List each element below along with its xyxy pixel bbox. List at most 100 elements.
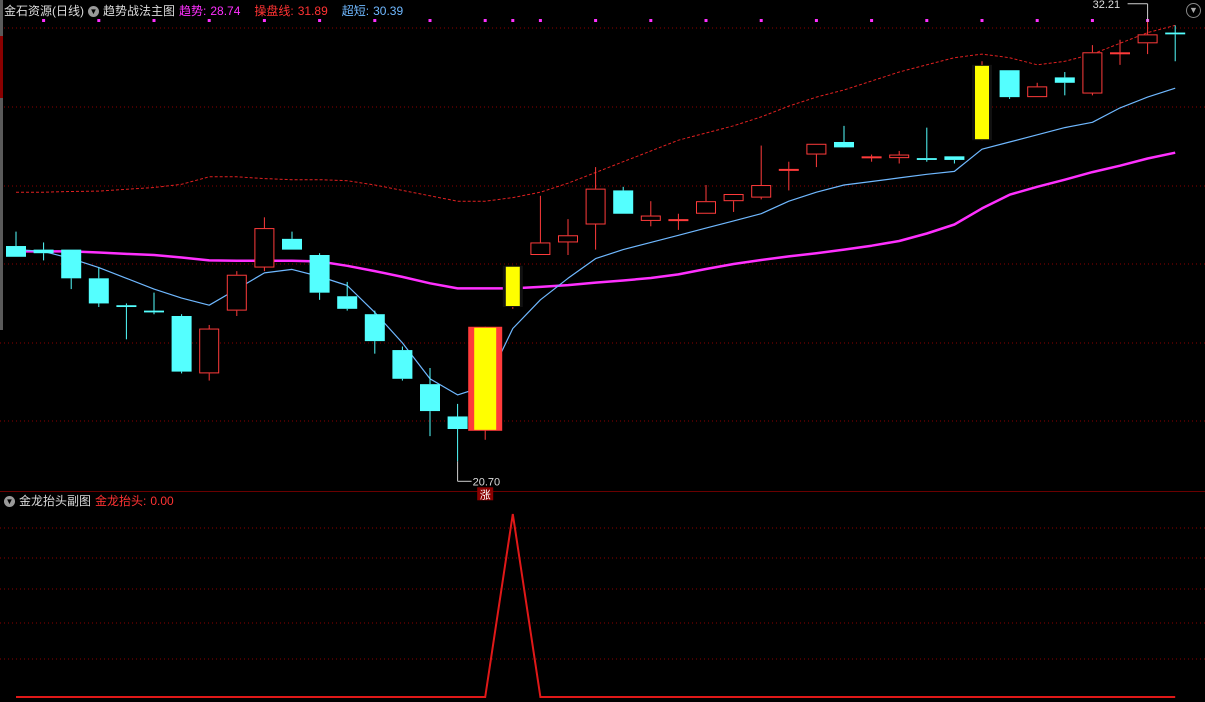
candle — [144, 292, 164, 315]
sub-chart-header: ▼ 金龙抬头副图 金龙抬头: 0.00 — [4, 492, 174, 510]
candle-body-down — [61, 249, 82, 279]
candle — [171, 314, 192, 374]
candle-body-up — [751, 185, 772, 198]
candle-body-down — [916, 158, 937, 160]
short-label: 超短: — [341, 4, 370, 18]
chart-area[interactable]: 32.21 20.70 涨 — [0, 0, 1205, 702]
candle — [916, 127, 937, 162]
main-indicator-name[interactable]: 趋势战法主图 — [103, 2, 175, 20]
candle — [226, 271, 247, 316]
candle — [1110, 39, 1130, 65]
candle — [392, 346, 413, 381]
candle — [751, 145, 772, 200]
candle-body-down — [282, 238, 302, 250]
short-value: 30.39 — [373, 4, 404, 18]
signal-dot — [483, 19, 487, 22]
candle-body-up — [199, 328, 220, 374]
candle — [309, 253, 330, 300]
candle-body-down — [834, 141, 854, 148]
candle-body-up — [254, 228, 275, 268]
candle — [337, 281, 358, 311]
candle — [1027, 82, 1048, 98]
candle-body-up — [889, 154, 910, 159]
annotations: 32.21 20.70 涨 — [457, 0, 1149, 501]
signal-dot — [704, 19, 708, 22]
candle — [364, 310, 385, 354]
left-edge-marker — [0, 98, 3, 160]
candle — [640, 201, 661, 227]
candle-body-down — [420, 384, 440, 412]
candle-body-down — [447, 416, 468, 430]
candle-body-up — [585, 188, 606, 225]
candle — [1082, 45, 1103, 96]
candle-body-down — [999, 70, 1020, 98]
candlesticks[interactable] — [6, 21, 1186, 462]
candle-body-down — [6, 246, 26, 257]
candle — [613, 186, 634, 214]
jl-line — [16, 513, 1176, 698]
candle-body-up — [1027, 86, 1048, 98]
jl-label: 金龙抬头: — [95, 494, 147, 508]
candle-body-up — [1137, 34, 1158, 44]
candle-body-down — [88, 278, 109, 304]
candle — [88, 267, 109, 308]
signal-dot — [925, 19, 929, 22]
candle — [199, 324, 220, 381]
candle — [420, 368, 440, 437]
cpx-value: 31.89 — [297, 4, 328, 18]
low-price-label: 20.70 — [473, 476, 501, 488]
candle-body-up — [530, 242, 551, 256]
candle-body-down — [1054, 77, 1075, 83]
trend-label: 趋势: — [179, 4, 207, 18]
candle — [61, 249, 82, 290]
candle — [282, 231, 302, 250]
candle — [447, 403, 468, 462]
left-edge-marker — [0, 36, 3, 98]
candle-body-signal — [505, 266, 520, 307]
candle — [944, 156, 965, 164]
signal-dot — [649, 19, 653, 22]
candle-body-down — [116, 305, 137, 308]
cpx-label: 操盘线: — [254, 4, 294, 18]
candle — [723, 194, 744, 212]
signal-dot — [511, 19, 515, 22]
candle-body-down — [364, 314, 385, 342]
candle-body-up — [696, 201, 716, 214]
jl-value: 0.00 — [150, 494, 174, 508]
trend-value: 28.74 — [210, 4, 241, 18]
candle — [33, 242, 54, 261]
candle-body-up — [778, 168, 799, 171]
signal-dot — [428, 19, 432, 22]
signal-dot — [814, 19, 818, 22]
candle-body-down — [944, 156, 965, 160]
candle-body-signal — [975, 65, 989, 140]
candle — [585, 167, 606, 250]
candle-body-down — [613, 190, 634, 214]
candle — [502, 265, 523, 309]
candle-body-down — [1165, 32, 1186, 35]
candle — [806, 143, 827, 168]
chevron-down-icon[interactable]: ▼ — [88, 5, 99, 17]
candle — [861, 154, 882, 162]
candle-body-up — [1082, 52, 1103, 94]
candle-body-down — [392, 350, 413, 379]
stock-name: 金石资源(日线) — [4, 4, 84, 18]
candle — [778, 161, 799, 191]
candle-body-down — [309, 255, 330, 293]
candle-body-signal — [474, 327, 497, 430]
candle-body-up — [861, 156, 882, 159]
candle-body-up — [226, 274, 247, 311]
candle-body-up — [640, 215, 661, 221]
candle-body-up — [1110, 52, 1130, 55]
candle-body-down — [337, 296, 358, 309]
candle — [696, 185, 716, 214]
candle — [1165, 25, 1186, 62]
sub-indicator-name[interactable]: 金龙抬头副图 — [19, 492, 91, 510]
candle — [468, 326, 503, 440]
candle — [254, 217, 275, 272]
signal-dot — [870, 19, 874, 22]
chevron-down-icon[interactable]: ▼ — [4, 495, 15, 507]
candle — [116, 303, 137, 340]
candle — [530, 195, 551, 256]
chevron-down-icon[interactable]: ▼ — [1186, 3, 1201, 18]
